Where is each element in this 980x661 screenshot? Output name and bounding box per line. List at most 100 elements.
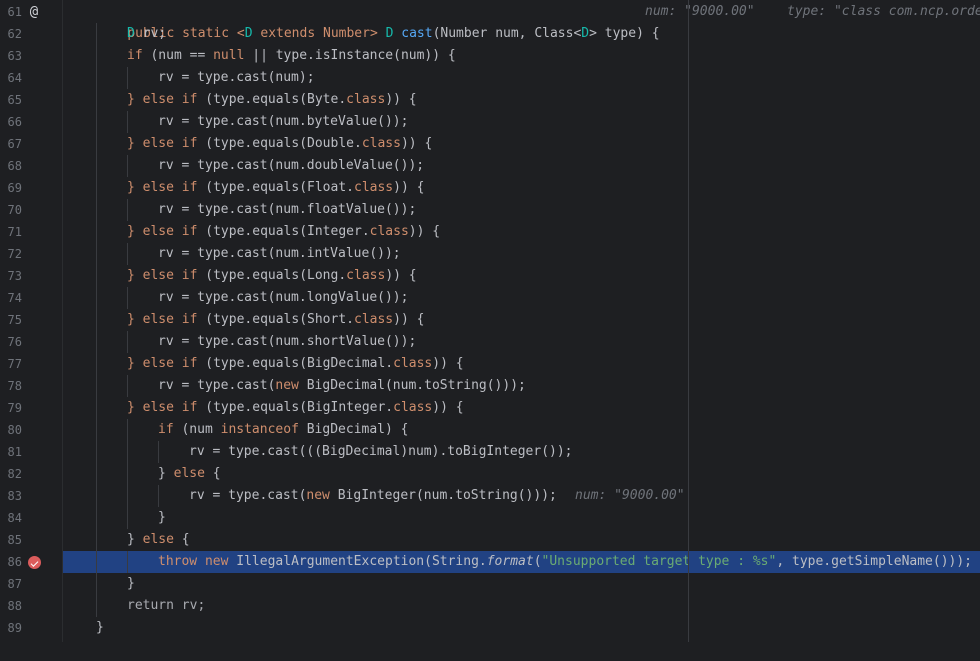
code-line-64[interactable]: rv = type.cast(num); xyxy=(63,67,980,89)
line-number: 65 xyxy=(7,93,22,107)
code-line-76[interactable]: rv = type.cast(num.shortValue()); xyxy=(63,331,980,353)
code-line-80[interactable]: if (num instanceof BigDecimal) { xyxy=(63,419,980,441)
code-token: return rv; xyxy=(127,598,206,613)
line-number: 67 xyxy=(7,137,22,151)
code-token: rv = type.cast(num.longValue()); xyxy=(158,290,409,305)
code-token: rv = type.cast(num.shortValue()); xyxy=(158,334,417,349)
indent-guide xyxy=(96,573,97,595)
line-number: 86 xyxy=(7,555,22,569)
line-number: 74 xyxy=(7,291,22,305)
code-token: )) { xyxy=(393,180,425,195)
code-line-85[interactable]: } else { xyxy=(63,529,980,551)
code-line-81[interactable]: rv = type.cast(((BigDecimal)num).toBigIn… xyxy=(63,441,980,463)
code-line-67[interactable]: } else if (type.equals(Double.class)) { xyxy=(63,133,980,155)
code-token: { xyxy=(204,466,221,481)
code-token: (num xyxy=(173,422,221,437)
code-token: } else if xyxy=(127,92,198,107)
code-token: if xyxy=(158,422,174,437)
code-line-79[interactable]: } else if (type.equals(BigInteger.class)… xyxy=(63,397,980,419)
indent-guide xyxy=(158,441,159,463)
code-line-83[interactable]: rv = type.cast(new BigInteger(num.toStri… xyxy=(63,485,980,507)
indent-guide xyxy=(127,155,128,177)
indent-guide xyxy=(96,441,97,463)
code-line-86-current[interactable]: throw new IllegalArgumentException(Strin… xyxy=(63,551,980,573)
line-number: 82 xyxy=(7,467,22,481)
indent-guide xyxy=(96,23,97,45)
code-token: } xyxy=(158,466,174,481)
indent-guide xyxy=(96,397,97,419)
code-line-82[interactable]: } else { xyxy=(63,463,980,485)
line-number: 85 xyxy=(7,533,22,547)
code-line-73[interactable]: } else if (type.equals(Long.class)) { xyxy=(63,265,980,287)
code-line-62[interactable]: D rv; xyxy=(63,23,980,45)
code-line-78[interactable]: rv = type.cast(new BigDecimal(num.toStri… xyxy=(63,375,980,397)
indent-guide xyxy=(96,199,97,221)
code-token: else xyxy=(142,532,174,547)
code-line-88[interactable]: return rv; xyxy=(63,595,980,617)
line-number: 71 xyxy=(7,225,22,239)
breakpoint-icon[interactable] xyxy=(26,551,42,573)
line-number: 81 xyxy=(7,445,22,459)
line-number: 69 xyxy=(7,181,22,195)
indent-guide xyxy=(96,67,97,89)
code-line-68[interactable]: rv = type.cast(num.doubleValue()); xyxy=(63,155,980,177)
code-line-66[interactable]: rv = type.cast(num.byteValue()); xyxy=(63,111,980,133)
indent-guide xyxy=(96,529,97,551)
code-token: rv = type.cast(num.doubleValue()); xyxy=(158,158,425,173)
indent-guide xyxy=(127,485,128,507)
indent-guide xyxy=(158,485,159,507)
code-token: (type.equals(Long. xyxy=(197,268,347,283)
indent-guide xyxy=(96,89,97,111)
code-token: D xyxy=(127,26,135,41)
code-token: } else if xyxy=(127,180,198,195)
indent-guide xyxy=(96,111,97,133)
indent-guide xyxy=(96,463,97,485)
indent-guide xyxy=(96,331,97,353)
line-number: 66 xyxy=(7,115,22,129)
indent-guide xyxy=(96,507,97,529)
code-token: { xyxy=(173,532,190,547)
indent-guide xyxy=(96,177,97,199)
code-token: } else if xyxy=(127,224,198,239)
code-line-65[interactable]: } else if (type.equals(Byte.class)) { xyxy=(63,89,980,111)
indent-guide xyxy=(127,463,128,485)
code-line-72[interactable]: rv = type.cast(num.intValue()); xyxy=(63,243,980,265)
code-line-77[interactable]: } else if (type.equals(BigDecimal.class)… xyxy=(63,353,980,375)
code-line-71[interactable]: } else if (type.equals(Integer.class)) { xyxy=(63,221,980,243)
code-token: )) { xyxy=(400,136,433,151)
indent-guide xyxy=(127,375,128,397)
line-number: 75 xyxy=(7,313,22,327)
code-token: class xyxy=(346,92,386,107)
code-line-75[interactable]: } else if (type.equals(Short.class)) { xyxy=(63,309,980,331)
code-token: } else if xyxy=(127,268,198,283)
code-line-69[interactable]: } else if (type.equals(Float.class)) { xyxy=(63,177,980,199)
indent-guide xyxy=(96,155,97,177)
indent-guide xyxy=(127,243,128,265)
indent-guide xyxy=(96,353,97,375)
code-token: (type.equals(Short. xyxy=(197,312,354,327)
code-token: class xyxy=(354,312,394,327)
code-token: (num == xyxy=(142,48,214,63)
override-at-icon[interactable]: @ xyxy=(26,1,42,23)
line-number: 79 xyxy=(7,401,22,415)
code-token: rv = type.cast(num); xyxy=(158,70,315,85)
line-number: 63 xyxy=(7,49,22,63)
code-token: rv = type.cast(num.floatValue()); xyxy=(158,202,417,217)
code-line-87[interactable]: } xyxy=(63,573,980,595)
code-line-74[interactable]: rv = type.cast(num.longValue()); xyxy=(63,287,980,309)
indent-guide xyxy=(96,309,97,331)
breakpoint-dot xyxy=(27,555,41,569)
code-line-89[interactable]: } xyxy=(63,617,980,639)
code-line-61[interactable]: public static <D extends Number> D cast(… xyxy=(63,1,980,41)
code-token: instanceof xyxy=(220,422,299,437)
code-token: (type.equals(Double. xyxy=(197,136,362,151)
code-line-84[interactable]: } xyxy=(63,507,980,529)
indent-guide xyxy=(96,551,97,573)
code-token: rv = type.cast(num.byteValue()); xyxy=(158,114,409,129)
code-token: throw xyxy=(158,554,198,569)
line-number: 64 xyxy=(7,71,22,85)
code-line-63[interactable]: if (num == null || type.isInstance(num))… xyxy=(63,45,980,67)
code-line-70[interactable]: rv = type.cast(num.floatValue()); xyxy=(63,199,980,221)
code-token: BigDecimal) { xyxy=(298,422,409,437)
indent-guide xyxy=(127,507,128,529)
